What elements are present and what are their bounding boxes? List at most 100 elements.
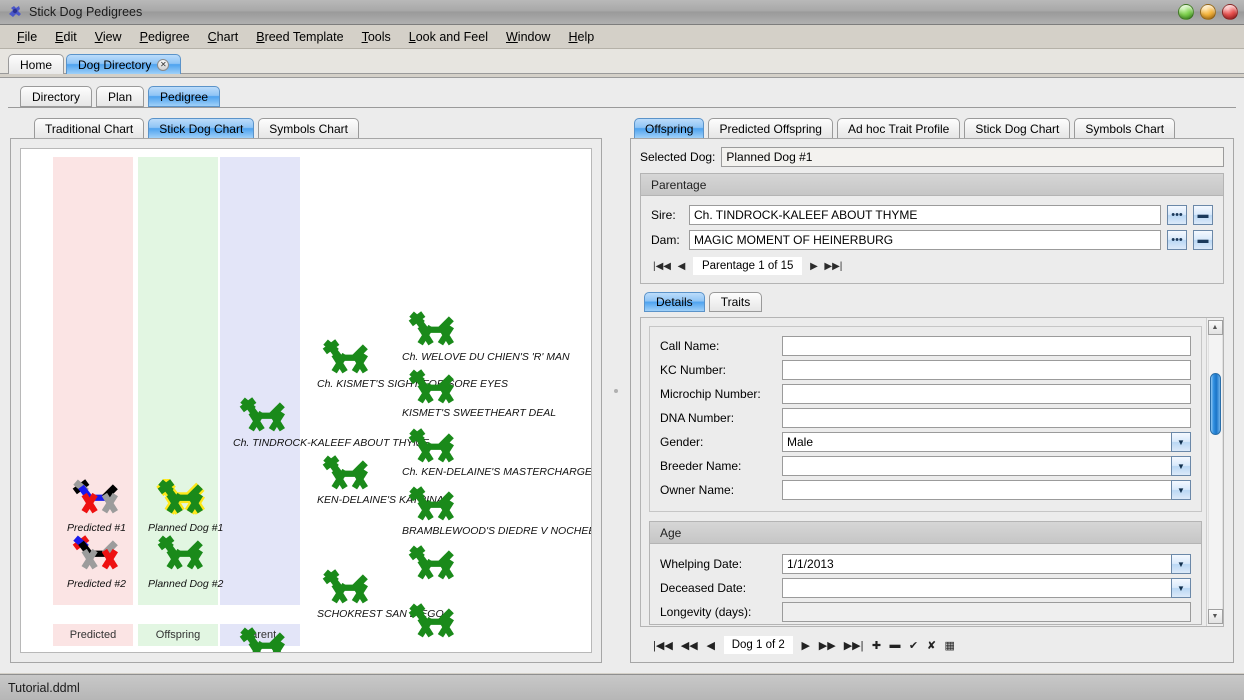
field-value[interactable] xyxy=(782,578,1171,598)
pedigree-chart-canvas[interactable]: PredictedOffspringParentPredicted #1Pred… xyxy=(20,148,592,653)
commit-record-button[interactable]: ✔ xyxy=(905,636,921,654)
parentage-last-button[interactable]: ▶▶| xyxy=(822,257,844,275)
menu-pedigree[interactable]: Pedigree xyxy=(131,27,199,47)
parentage-first-button[interactable]: |◀◀ xyxy=(651,257,673,275)
dam-remove-button[interactable]: ▬ xyxy=(1193,230,1213,250)
sire-remove-button[interactable]: ▬ xyxy=(1193,205,1213,225)
first-record-button[interactable]: |◀◀ xyxy=(650,636,676,654)
prev-record-button[interactable]: ◀ xyxy=(703,636,719,654)
menu-file[interactable]: File xyxy=(8,27,46,47)
stick-dog-node[interactable] xyxy=(317,455,375,493)
scrollbar-track[interactable] xyxy=(1208,335,1223,609)
stick-dog-node[interactable] xyxy=(317,339,375,377)
charttab-traditional[interactable]: Traditional Chart xyxy=(34,118,144,139)
sire-browse-button[interactable]: ••• xyxy=(1167,205,1187,225)
field-value[interactable] xyxy=(782,480,1171,500)
pane-splitter[interactable] xyxy=(612,118,620,663)
stick-dog-node[interactable] xyxy=(403,369,461,407)
close-button[interactable] xyxy=(1222,4,1238,20)
scroll-down-button[interactable]: ▼ xyxy=(1208,609,1223,624)
innertab-traits[interactable]: Traits xyxy=(709,292,763,312)
detailtab-stick-dog-chart[interactable]: Stick Dog Chart xyxy=(964,118,1070,139)
stick-dog-node[interactable] xyxy=(403,486,461,524)
field-value[interactable]: 1/1/2013 xyxy=(782,554,1171,574)
dam-browse-button[interactable]: ••• xyxy=(1167,230,1187,250)
menu-tools[interactable]: Tools xyxy=(353,27,400,47)
stick-dog-node[interactable] xyxy=(152,535,210,573)
innertab-details[interactable]: Details xyxy=(644,292,705,312)
field-value[interactable] xyxy=(782,360,1191,380)
menu-window[interactable]: Window xyxy=(497,27,559,47)
dam-field[interactable]: MAGIC MOMENT OF HEINERBURG xyxy=(689,230,1161,250)
detailtab-ad-hoc-trait-profile[interactable]: Ad hoc Trait Profile xyxy=(837,118,960,139)
scroll-up-button[interactable]: ▲ xyxy=(1208,320,1223,335)
stick-dog-node[interactable] xyxy=(403,603,461,641)
charttab-symbols[interactable]: Symbols Chart xyxy=(258,118,359,139)
subtab-directory[interactable]: Directory xyxy=(20,86,92,107)
chevron-down-icon[interactable]: ▼ xyxy=(1171,456,1191,476)
stick-dog-node[interactable] xyxy=(403,311,461,349)
menu-view[interactable]: View xyxy=(86,27,131,47)
cancel-record-button[interactable]: ✘ xyxy=(923,636,939,654)
field-value[interactable]: Male xyxy=(782,432,1171,452)
field-value[interactable] xyxy=(782,408,1191,428)
combo-box[interactable]: 1/1/2013▼ xyxy=(782,554,1191,574)
combo-box[interactable]: ▼ xyxy=(782,456,1191,476)
title-bar: Stick Dog Pedigrees xyxy=(0,0,1244,25)
menu-edit[interactable]: Edit xyxy=(46,27,86,47)
chevron-down-icon[interactable]: ▼ xyxy=(1171,432,1191,452)
field-value[interactable] xyxy=(782,456,1171,476)
maximize-button[interactable] xyxy=(1200,4,1216,20)
close-icon[interactable]: ✕ xyxy=(157,59,169,71)
menu-breed-template[interactable]: Breed Template xyxy=(247,27,352,47)
selected-dog-field[interactable]: Planned Dog #1 xyxy=(721,147,1224,167)
chevron-down-icon[interactable]: ▼ xyxy=(1171,578,1191,598)
minimize-button[interactable] xyxy=(1178,4,1194,20)
chevron-down-icon[interactable]: ▼ xyxy=(1171,480,1191,500)
content-area: Directory Plan Pedigree Traditional Char… xyxy=(0,77,1244,673)
sire-field[interactable]: Ch. TINDROCK-KALEEF ABOUT THYME xyxy=(689,205,1161,225)
combo-box[interactable]: ▼ xyxy=(782,480,1191,500)
prev-page-button[interactable]: ◀◀ xyxy=(678,636,701,654)
last-record-button[interactable]: ▶▶| xyxy=(841,636,867,654)
menu-look-and-feel[interactable]: Look and Feel xyxy=(400,27,497,47)
stick-dog-node[interactable] xyxy=(317,569,375,607)
charttab-stick-dog[interactable]: Stick Dog Chart xyxy=(148,118,254,139)
next-record-button[interactable]: ▶ xyxy=(798,636,814,654)
detailtab-stick-dog-label: Stick Dog Chart xyxy=(975,122,1059,136)
stick-dog-node[interactable] xyxy=(67,479,125,517)
parentage-prev-button[interactable]: ◀ xyxy=(674,257,689,275)
chart-column-footer-offspring: Offspring xyxy=(138,624,218,646)
chevron-down-icon[interactable]: ▼ xyxy=(1171,554,1191,574)
add-record-button[interactable]: ✚ xyxy=(868,636,884,654)
details-scrollbar[interactable]: ▲ ▼ xyxy=(1206,318,1223,626)
next-page-button[interactable]: ▶▶ xyxy=(816,636,839,654)
subtab-plan[interactable]: Plan xyxy=(96,86,144,107)
stick-dog-node[interactable] xyxy=(67,535,125,573)
detailtab-offspring[interactable]: Offspring xyxy=(634,118,704,139)
inner-tab-strip: Details Traits xyxy=(640,292,1224,312)
delete-record-button[interactable]: ▬ xyxy=(886,636,903,654)
field-value[interactable] xyxy=(782,384,1191,404)
tab-dog-directory[interactable]: Dog Directory ✕ xyxy=(66,54,181,74)
subtab-pedigree[interactable]: Pedigree xyxy=(148,86,220,107)
stick-dog-node[interactable] xyxy=(234,397,292,435)
stick-dog-node[interactable] xyxy=(152,479,210,517)
menu-help[interactable]: Help xyxy=(559,27,603,47)
menu-chart[interactable]: Chart xyxy=(199,27,248,47)
scrollbar-thumb[interactable] xyxy=(1210,373,1221,435)
grid-view-button[interactable]: ▦ xyxy=(941,636,957,654)
detailtab-predicted-offspring[interactable]: Predicted Offspring xyxy=(708,118,833,139)
window-controls xyxy=(1178,4,1238,20)
main-tab-strip: Home Dog Directory ✕ xyxy=(0,49,1244,73)
detailtab-symbols-chart[interactable]: Symbols Chart xyxy=(1074,118,1175,139)
stick-dog-node[interactable] xyxy=(403,428,461,466)
combo-box[interactable]: Male▼ xyxy=(782,432,1191,452)
selected-dog-label: Selected Dog: xyxy=(640,150,715,164)
tab-home[interactable]: Home xyxy=(8,54,64,74)
parentage-next-button[interactable]: ▶ xyxy=(806,257,821,275)
combo-box[interactable]: ▼ xyxy=(782,578,1191,598)
field-value[interactable] xyxy=(782,336,1191,356)
stick-dog-node[interactable] xyxy=(234,627,292,653)
stick-dog-node[interactable] xyxy=(403,545,461,583)
